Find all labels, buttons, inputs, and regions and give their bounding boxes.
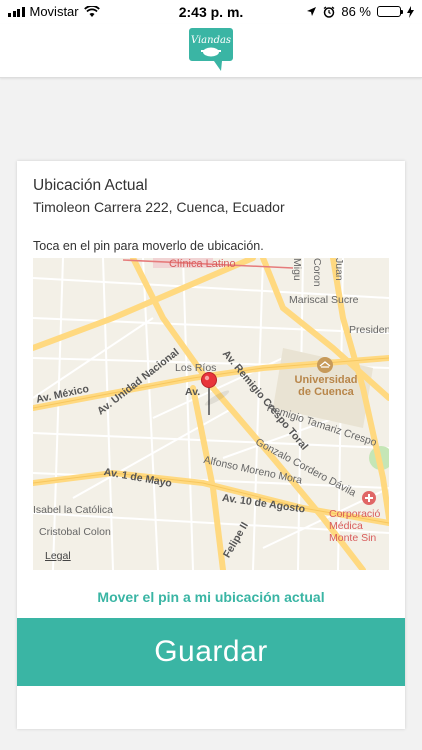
location-title: Ubicación Actual xyxy=(33,177,148,194)
map-label-corporacion: Corporació Médica Monte Sin xyxy=(329,508,381,544)
map-label-av: Av. xyxy=(185,386,201,398)
map-label-universidad: Universidad de Cuenca xyxy=(294,374,358,398)
map-view[interactable]: Clínica Latino Mariscal Sucre President … xyxy=(33,258,389,570)
map-label-isabel: Isabel la Católica xyxy=(33,504,113,516)
location-card: Ubicación Actual Timoleon Carrera 222, C… xyxy=(17,161,405,729)
university-marker-icon xyxy=(317,357,333,373)
alarm-icon xyxy=(323,5,335,18)
move-pin-to-current-location-link[interactable]: Mover el pin a mi ubicación actual xyxy=(17,589,405,605)
save-button[interactable]: Guardar xyxy=(17,618,405,686)
viandas-logo: Viandas xyxy=(189,28,233,71)
map-label-los-rios: Los Ríos xyxy=(175,362,217,374)
map-label-mariscal: Mariscal Sucre xyxy=(289,294,359,306)
svg-text:Viandas: Viandas xyxy=(191,35,231,46)
charging-bolt-icon xyxy=(407,5,414,18)
map-legal-link[interactable]: Legal xyxy=(45,550,71,562)
map-label-clinica: Clínica Latino xyxy=(169,258,236,270)
pin-instruction: Toca en el pin para moverlo de ubicación… xyxy=(33,239,264,253)
map-label-cristobal: Cristobal Colon xyxy=(39,526,111,538)
map-label-presidente: President xyxy=(349,324,389,336)
status-bar-right: 86 % xyxy=(306,4,414,19)
map-label-miguel: Migu xyxy=(291,258,303,281)
map-label-coron: Coron xyxy=(311,258,323,287)
location-arrow-icon xyxy=(307,7,317,16)
status-bar: Movistar 2:43 p. m. 86 % xyxy=(0,0,422,24)
map-label-juan: Juan xyxy=(333,258,345,281)
battery-percent: 86 % xyxy=(341,4,371,19)
location-address: Timoleon Carrera 222, Cuenca, Ecuador xyxy=(33,199,285,215)
app-header: Viandas xyxy=(0,24,422,78)
battery-icon xyxy=(377,6,403,17)
